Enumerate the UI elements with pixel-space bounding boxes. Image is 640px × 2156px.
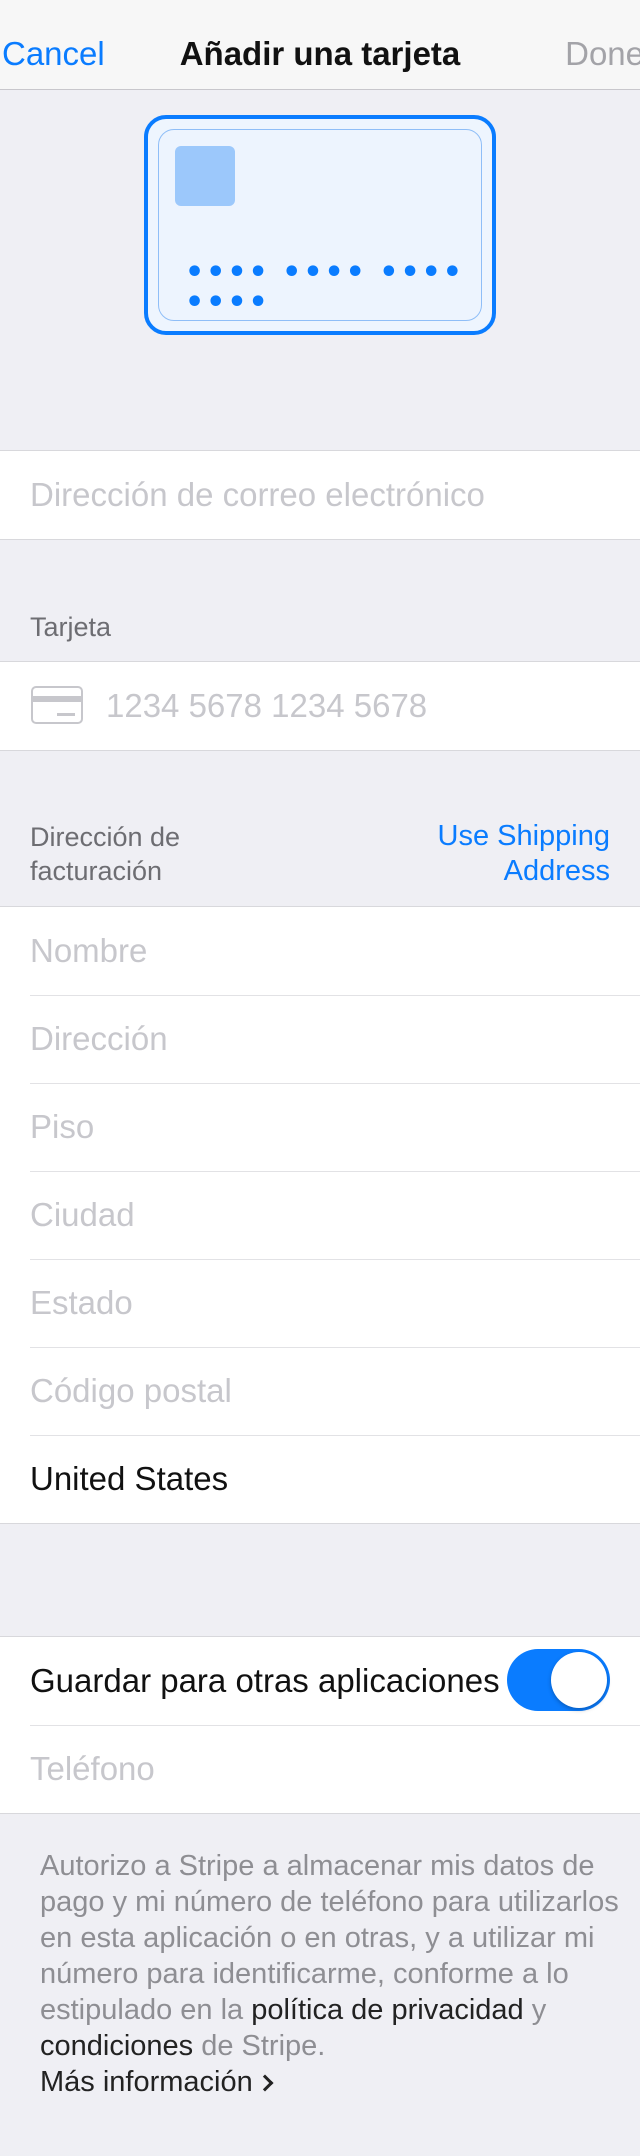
address-placeholder: Dirección <box>30 1020 168 1057</box>
use-shipping-line1: Use Shipping <box>437 820 611 852</box>
save-group: Guardar para otras aplicaciones Teléfono <box>0 1636 640 1814</box>
floor-field[interactable]: Piso <box>0 1083 640 1171</box>
state-field[interactable]: Estado <box>0 1259 640 1347</box>
country-value: United States <box>30 1460 229 1497</box>
terms-link[interactable]: condiciones <box>40 2030 193 2062</box>
city-placeholder: Ciudad <box>30 1196 135 1233</box>
address-field[interactable]: Dirección <box>0 995 640 1083</box>
phone-placeholder: Teléfono <box>30 1750 155 1787</box>
use-shipping-address-button[interactable]: Use Shipping Address <box>438 819 611 889</box>
city-field[interactable]: Ciudad <box>0 1171 640 1259</box>
card-chip-icon <box>175 146 235 206</box>
floor-placeholder: Piso <box>30 1108 95 1145</box>
email-placeholder: Dirección de correo electrónico <box>30 476 485 513</box>
billing-group: Nombre Dirección Piso Ciudad Estado Códi… <box>0 906 640 1524</box>
use-shipping-line2: Address <box>503 855 610 887</box>
credit-card-icon <box>31 686 83 724</box>
country-field[interactable]: United States <box>0 1435 640 1523</box>
navigation-bar: Cancel Añadir una tarjeta Done <box>0 0 640 90</box>
save-toggle[interactable] <box>507 1649 610 1711</box>
card-group: 1234 5678 1234 5678 <box>0 661 640 751</box>
state-placeholder: Estado <box>30 1284 133 1321</box>
name-placeholder: Nombre <box>30 932 148 969</box>
save-row: Guardar para otras aplicaciones <box>0 1637 640 1725</box>
more-info-label: Más información <box>40 2066 253 2098</box>
billing-label-line2: facturación <box>30 856 163 886</box>
card-number-placeholder: 1234 5678 1234 5678 <box>106 687 428 724</box>
postal-code-placeholder: Código postal <box>30 1372 232 1409</box>
card-number-field[interactable]: 1234 5678 1234 5678 <box>0 662 640 750</box>
privacy-policy-link[interactable]: política de privacidad <box>251 1994 523 2026</box>
card-preview-inner: •••• •••• •••• •••• <box>158 129 482 321</box>
legal-suffix: de Stripe. <box>201 2030 326 2062</box>
email-field[interactable]: Dirección de correo electrónico <box>0 451 640 539</box>
card-section-label: Tarjeta <box>30 612 112 642</box>
billing-label-line1: Dirección de <box>30 822 181 852</box>
page-title: Añadir una tarjeta <box>179 35 461 72</box>
billing-section-label: Dirección de facturación <box>30 820 180 888</box>
legal-conjunction: y <box>531 1994 547 2026</box>
done-button[interactable]: Done <box>565 34 640 74</box>
postal-code-field[interactable]: Código postal <box>0 1347 640 1435</box>
save-label: Guardar para otras aplicaciones <box>30 1662 500 1699</box>
toggle-knob <box>551 1652 607 1708</box>
card-number-mask: •••• •••• •••• •••• <box>185 255 464 320</box>
card-preview: •••• •••• •••• •••• <box>144 115 496 335</box>
legal-text: Autorizo a Stripe a almacenar mis datos … <box>40 1848 620 2100</box>
email-group: Dirección de correo electrónico <box>0 450 640 540</box>
phone-field[interactable]: Teléfono <box>0 1725 640 1813</box>
name-field[interactable]: Nombre <box>0 907 640 995</box>
more-info-link[interactable]: Más información <box>40 2064 274 2100</box>
chevron-right-icon <box>256 2074 274 2092</box>
